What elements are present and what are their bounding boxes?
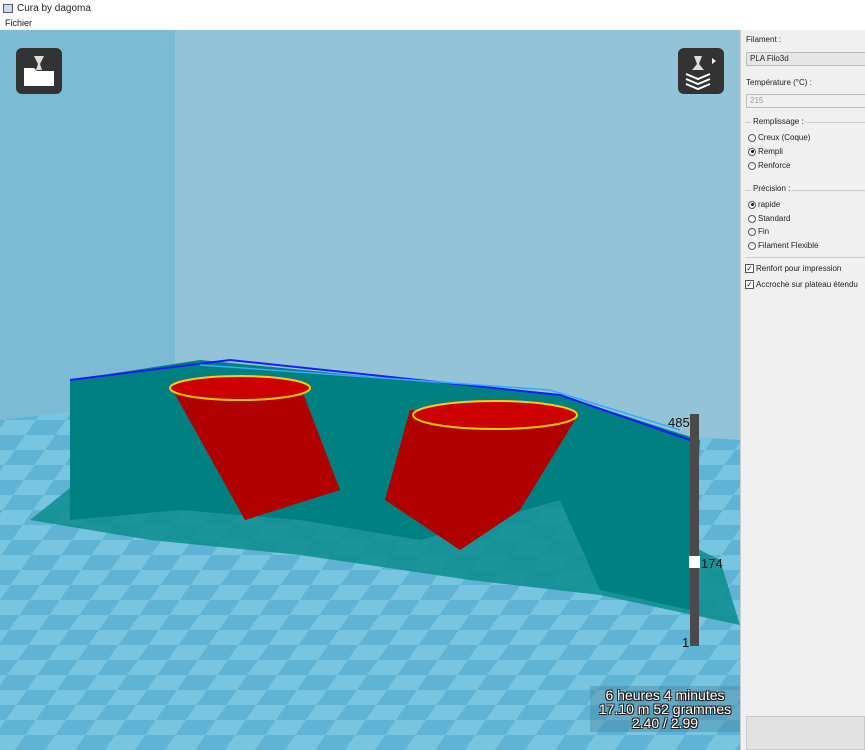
- radio-checked-icon: [748, 200, 756, 209]
- option-label: Fin: [758, 227, 770, 236]
- radio-checked-icon: [748, 147, 756, 156]
- load-model-button[interactable]: [16, 48, 62, 94]
- temperature-label: Température (°C) :: [746, 78, 812, 87]
- checkbox-label: Renfort pour impression: [756, 264, 842, 273]
- option-label: Rempli: [758, 147, 783, 156]
- precision-option-standard[interactable]: Standard: [748, 214, 790, 223]
- layer-slider[interactable]: [690, 414, 699, 646]
- checkbox-checked-icon: ✓: [745, 280, 754, 289]
- cup-right-rim: [412, 400, 578, 430]
- precision-option-flexible[interactable]: Filament Flexible: [748, 241, 818, 250]
- layers-view-icon: [685, 56, 716, 91]
- fill-option-creux[interactable]: Creux (Coque): [748, 133, 810, 142]
- layer-slider-handle[interactable]: [689, 556, 700, 568]
- radio-icon: [748, 227, 756, 236]
- print-material: 17.10 m 52 grammes: [598, 701, 732, 717]
- checkbox-checked-icon: ✓: [745, 264, 754, 273]
- radio-icon: [748, 133, 756, 142]
- scene: [0, 30, 740, 750]
- title-bar: Cura by dagoma: [0, 0, 865, 16]
- prepare-print-button[interactable]: [746, 716, 865, 750]
- menu-file[interactable]: Fichier: [5, 18, 32, 28]
- folder-icon: [24, 56, 54, 86]
- layer-min-label: 1: [682, 635, 690, 650]
- cup-left-rim: [169, 375, 311, 401]
- brim-checkbox[interactable]: ✓ Accroche sur plateau étendu: [745, 280, 858, 289]
- print-time: 6 heures 4 minutes: [605, 687, 725, 703]
- support-checkbox[interactable]: ✓ Renfort pour impression: [745, 264, 841, 273]
- temperature-input[interactable]: 215: [746, 94, 865, 108]
- precision-option-rapide[interactable]: rapide: [748, 200, 780, 209]
- fill-option-rempli[interactable]: Rempli: [748, 147, 783, 156]
- filament-select[interactable]: PLA Filo3d: [746, 52, 865, 66]
- print-cost: 2.40 / 2.99: [631, 715, 699, 731]
- divider: [745, 257, 865, 258]
- app-icon: [3, 3, 13, 13]
- layer-current-label: 174: [701, 556, 723, 571]
- window-title: Cura by dagoma: [17, 2, 91, 14]
- fill-option-renforce[interactable]: Renforce: [748, 161, 790, 170]
- radio-icon: [748, 241, 756, 250]
- filament-label: Filament :: [746, 35, 782, 44]
- option-label: rapide: [758, 200, 781, 209]
- option-label: Renforce: [758, 161, 791, 170]
- precision-option-fin[interactable]: Fin: [748, 227, 769, 236]
- layer-max-label: 485: [668, 415, 690, 430]
- checkbox-label: Accroche sur plateau étendu: [756, 280, 858, 289]
- view-mode-button[interactable]: [678, 48, 724, 94]
- print-stats: 6 heures 4 minutes 17.10 m 52 grammes 2.…: [590, 686, 740, 732]
- menu-bar: Fichier: [0, 16, 865, 30]
- 3d-viewport[interactable]: 485 174 1 6 heures 4 minutes 17.10 m 52 …: [0, 30, 740, 750]
- settings-panel: Filament : PLA Filo3d Température (°C) :…: [740, 30, 865, 750]
- option-label: Filament Flexible: [758, 241, 819, 250]
- radio-icon: [748, 161, 756, 170]
- option-label: Creux (Coque): [758, 133, 811, 142]
- option-label: Standard: [758, 214, 791, 223]
- fill-title: Remplissage :: [751, 117, 806, 126]
- radio-icon: [748, 214, 756, 223]
- precision-title: Précision :: [751, 184, 793, 193]
